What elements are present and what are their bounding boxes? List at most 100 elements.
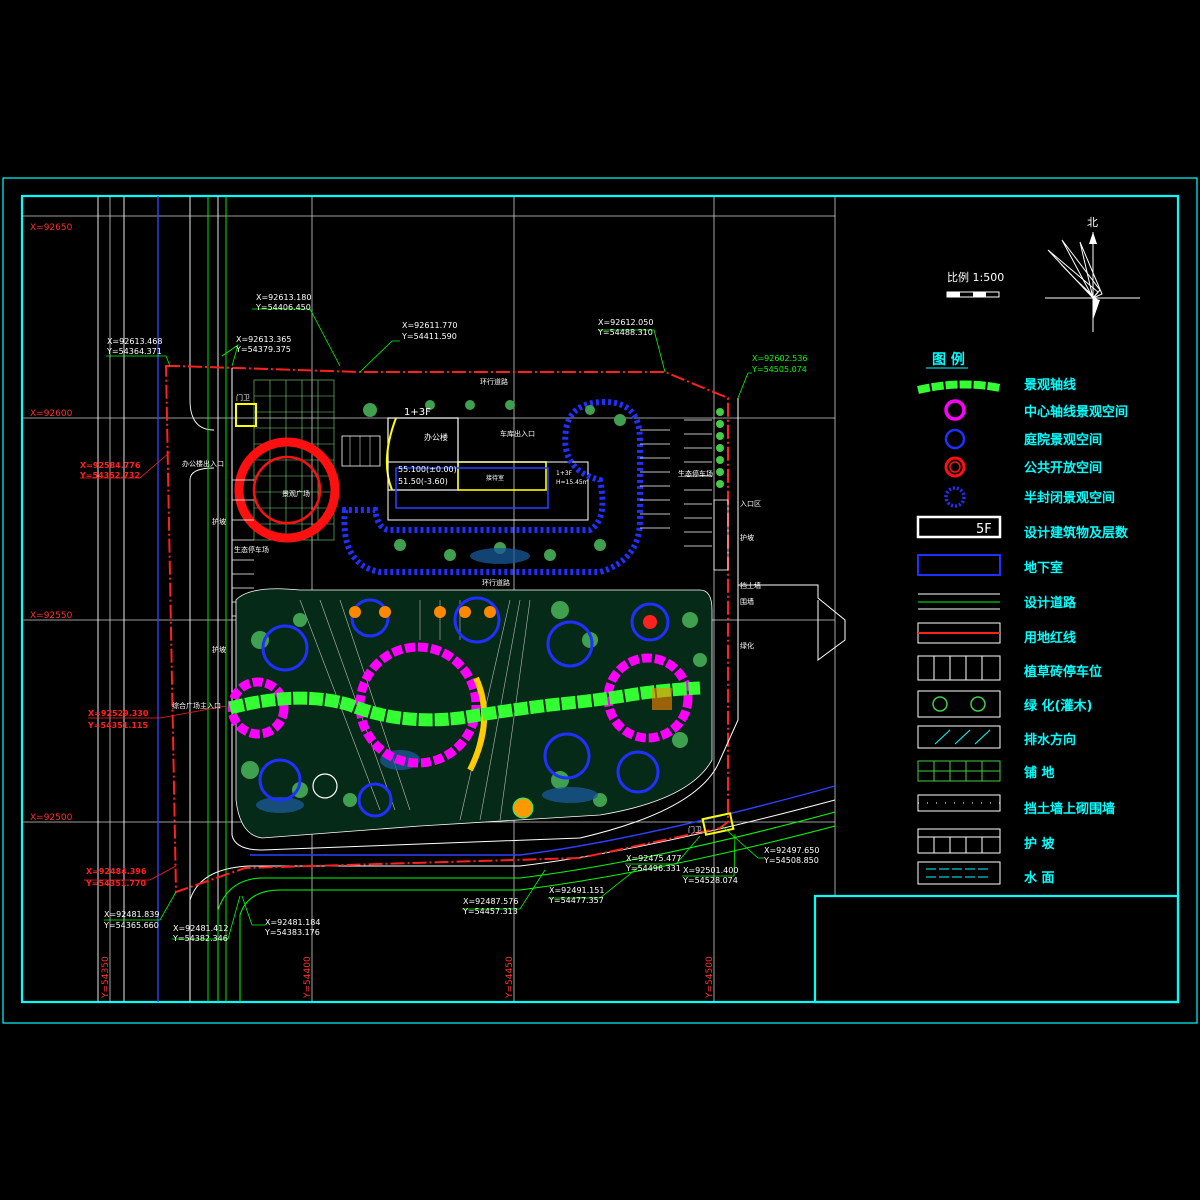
- coord-y: Y=54457.313: [462, 907, 518, 916]
- coord-y: Y=54488.310: [597, 328, 653, 337]
- east-notch: [738, 584, 846, 661]
- label-guard-left2: 护坡: [212, 645, 226, 654]
- coord-y: Y=54496.331: [625, 864, 681, 873]
- coord-y: Y=54383.176: [264, 928, 320, 937]
- red-coord-y: Y=54352.732: [79, 471, 140, 480]
- coord-y: Y=54508.850: [763, 856, 819, 865]
- coord-x: X=92481.184: [265, 918, 320, 927]
- coord-x: X=92613.468: [107, 337, 162, 346]
- building-floors: 1+3F: [404, 407, 431, 418]
- title-block: [813, 894, 1180, 1004]
- coord-x: X=92481.839: [104, 910, 159, 919]
- legend-labels: 景观轴线 中心轴线景观空间 庭院景观空间 公共开放空间 半封闭景观空间 设计建筑…: [1023, 377, 1129, 886]
- grid-x-label: X=92550: [30, 611, 73, 621]
- grid-x-label: X=92650: [30, 223, 73, 233]
- label-plaza: 景观广场: [282, 489, 310, 498]
- coord-x: X=92491.151: [549, 886, 604, 895]
- coord-y: Y=54406.450: [255, 303, 311, 312]
- grid-y-label: Y=54350: [101, 956, 111, 999]
- right-stairs: [713, 499, 729, 571]
- office-building: [341, 417, 589, 521]
- label-right3: 围墙: [740, 597, 754, 606]
- coord-x: X=92501.400: [683, 866, 738, 875]
- right-parking: [640, 419, 712, 547]
- coord-x: X=92497.650: [764, 846, 819, 855]
- label-right2: 挡土墙: [740, 581, 761, 590]
- label-guard-left: 护坡: [212, 517, 226, 526]
- coord-y: Y=54477.357: [548, 896, 604, 905]
- coord-x: X=92612.050: [598, 318, 653, 327]
- building-inner: 接待室: [486, 474, 504, 482]
- label-right1: 护坡: [740, 533, 754, 542]
- grid-x-label: X=92500: [30, 813, 73, 823]
- building-right-label1: 1+3F: [556, 470, 573, 477]
- red-leader-lines: [80, 451, 227, 881]
- legend-label: 公共开放空间: [1024, 460, 1102, 476]
- coord-y: Y=54505.074: [751, 365, 807, 374]
- red-coord-x: X=92529.330: [88, 709, 149, 718]
- coord-y: Y=54528.074: [682, 876, 738, 885]
- coord-y: Y=54365.660: [103, 921, 159, 930]
- roundabout-feature: [512, 797, 534, 819]
- right-hedge: [716, 408, 724, 488]
- legend-label: 铺 地: [1024, 765, 1055, 781]
- legend-label: 设计建筑物及层数: [1024, 525, 1129, 541]
- legend-label: 中心轴线景观空间: [1024, 404, 1128, 420]
- legend-label: 挡土墙上砌围墙: [1024, 801, 1115, 817]
- coord-x: X=92613.180: [256, 293, 311, 302]
- legend-label: 庭院景观空间: [1024, 432, 1102, 448]
- legend-label: 半封闭景观空间: [1024, 490, 1115, 506]
- red-coordinate-labels: X=92584.776 Y=54352.732 X=92529.330 Y=54…: [79, 461, 149, 888]
- red-feature: [643, 615, 657, 629]
- coord-x: X=92487.576: [463, 897, 518, 906]
- legend-label: 景观轴线: [1024, 377, 1076, 393]
- coord-y: Y=54379.375: [235, 345, 291, 354]
- red-coord-x: X=92584.776: [80, 461, 141, 470]
- coord-y: Y=54364.371: [106, 347, 162, 356]
- site-plan-drawing: X=92650 X=92600 X=92550 X=92500 Y=54350 …: [2, 177, 1198, 1024]
- label-entrance-mid: 车库出入口: [500, 429, 535, 438]
- red-coord-y: Y=54351.115: [87, 721, 149, 730]
- building-elev1: 55.100(±0.00): [398, 465, 457, 474]
- legend-samples: [916, 380, 1002, 885]
- legend-label: 绿 化(灌木): [1024, 698, 1092, 714]
- legend-label: 排水方向: [1024, 732, 1076, 748]
- red-coord-x: X=92484.396: [86, 867, 147, 876]
- coord-y: Y=54411.590: [401, 332, 457, 341]
- legend-label: 设计道路: [1024, 595, 1077, 611]
- label-right4: 绿化: [740, 641, 754, 650]
- label-entrance-left: 办公楼出入口: [182, 459, 224, 468]
- building-elev2: 51.50(-3.60): [398, 477, 448, 486]
- legend-label: 植草砖停车位: [1023, 664, 1102, 680]
- coord-x: X=92481.412: [173, 924, 228, 933]
- legend-building-sample: 5F: [976, 522, 992, 537]
- legend-label: 用地红线: [1023, 630, 1076, 646]
- label-walkway-top: 环行道路: [480, 377, 508, 386]
- north-label: 北: [1087, 216, 1098, 229]
- legend-label: 护 坡: [1024, 836, 1056, 852]
- building-right-label2: H=15.45m: [556, 479, 589, 486]
- grid-y-label: Y=54500: [705, 956, 715, 999]
- label-gate-bottom: 门卫: [688, 825, 702, 834]
- coord-x: X=92475.477: [626, 854, 681, 863]
- pavilion: [652, 688, 672, 710]
- label-walkway-mid: 环行道路: [482, 578, 510, 587]
- grid-x-label: X=92600: [30, 409, 73, 419]
- legend-label: 水 面: [1024, 870, 1055, 886]
- legend-title: 图 例: [932, 351, 965, 368]
- label-entrance-bottom: 综合广场主入口: [172, 701, 221, 710]
- label-ecology-parking: 生态停车场: [234, 545, 269, 554]
- coord-x: X=92611.770: [402, 321, 457, 330]
- north-arrow: [1045, 232, 1140, 332]
- building-labels: 1+3F 办公楼 55.100(±0.00) 51.50(-3.60) 接待室 …: [398, 407, 589, 486]
- left-road-green: [207, 196, 227, 1002]
- scale-bar: [946, 291, 1000, 298]
- label-entrance-right: 入口区: [740, 500, 761, 508]
- scale-label: 比例 1:500: [947, 270, 1004, 284]
- legend-label: 地下室: [1024, 560, 1063, 576]
- red-coord-y: Y=54351.770: [85, 879, 147, 888]
- building-name: 办公楼: [424, 432, 448, 442]
- coord-x: X=92613.365: [236, 335, 291, 344]
- label-parking: 生态停车场: [678, 469, 713, 478]
- grid-y-label: Y=54450: [505, 956, 515, 999]
